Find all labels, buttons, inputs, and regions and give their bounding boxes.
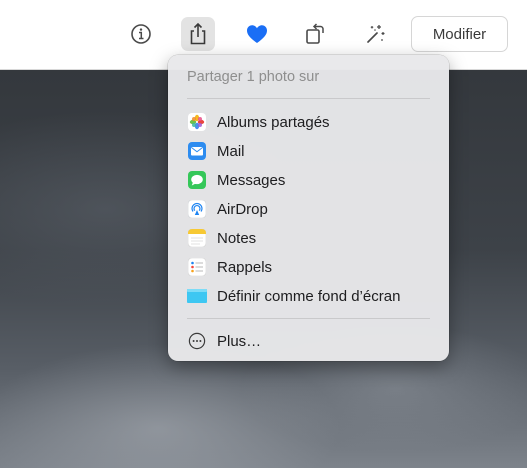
mail-app-icon — [187, 141, 207, 161]
magic-wand-icon — [367, 25, 385, 43]
menu-item-shared-albums[interactable]: Albums partagés — [178, 109, 439, 135]
messages-app-icon — [187, 170, 207, 190]
menu-item-messages[interactable]: Messages — [178, 167, 439, 193]
menu-item-mail[interactable]: Mail — [178, 138, 439, 164]
share-menu-header: Partager 1 photo sur — [187, 69, 320, 85]
enhance-button[interactable] — [358, 17, 392, 51]
airdrop-icon — [187, 199, 207, 219]
info-circle-icon — [131, 24, 151, 44]
rotate-icon — [306, 23, 324, 44]
share-menu: Partager 1 photo sur Albums partagés Mai… — [168, 55, 449, 361]
menu-separator — [187, 318, 430, 319]
menu-item-more[interactable]: Plus… — [178, 328, 439, 354]
photos-app-icon — [187, 112, 207, 132]
wallpaper-icon — [187, 286, 207, 306]
heart-icon — [247, 25, 267, 43]
menu-item-set-wallpaper[interactable]: Définir comme fond d’écran — [178, 283, 439, 309]
notes-app-icon — [187, 228, 207, 248]
rotate-button[interactable] — [298, 17, 332, 51]
menu-item-reminders[interactable]: Rappels — [178, 254, 439, 280]
info-button[interactable] — [124, 17, 158, 51]
menu-item-notes[interactable]: Notes — [178, 225, 439, 251]
favorite-button[interactable] — [240, 17, 274, 51]
share-icon — [190, 22, 206, 45]
share-button[interactable] — [181, 17, 215, 51]
modify-button[interactable]: Modifier — [411, 16, 508, 52]
menu-item-airdrop[interactable]: AirDrop — [178, 196, 439, 222]
menu-separator — [187, 98, 430, 99]
reminders-app-icon — [187, 257, 207, 277]
more-ellipsis-icon — [187, 331, 207, 351]
